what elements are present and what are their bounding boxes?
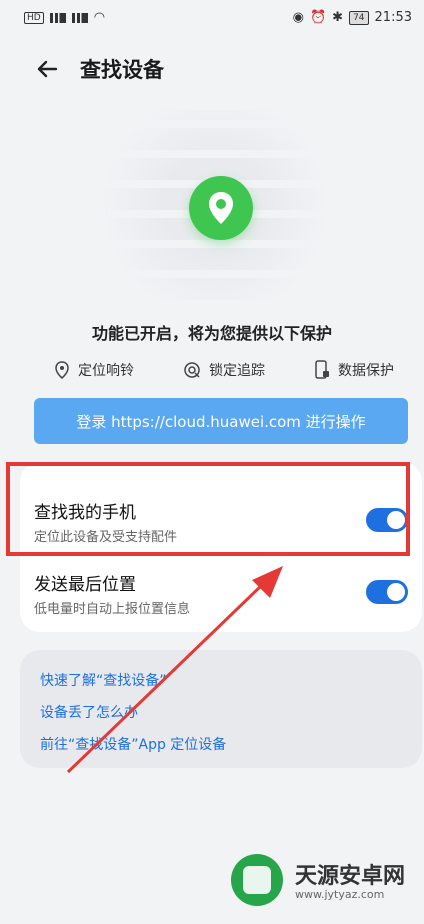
feature-label: 锁定追踪	[209, 363, 265, 379]
hd-badge-1: HD	[24, 11, 44, 24]
status-bar: HD ◠ ◉ ⏰ ✱ 74 21:53	[0, 0, 424, 40]
location-pin-icon	[209, 192, 233, 224]
watermark-logo-icon	[231, 854, 283, 906]
link-learn-find-device[interactable]: 快速了解“查找设备”	[40, 670, 167, 690]
feature-data-protect: 数据保护	[314, 360, 394, 380]
battery-indicator: 74	[349, 10, 369, 25]
location-pin-badge	[189, 176, 253, 240]
watermark-name: 天源安卓网	[295, 864, 406, 889]
login-cloud-button[interactable]: 登录 https://cloud.huawei.com 进行操作	[34, 398, 408, 444]
send-last-location-toggle[interactable]	[366, 580, 408, 604]
setting-subtitle: 低电量时自动上报位置信息	[34, 602, 191, 617]
phone-lock-icon	[315, 360, 329, 379]
feature-status-text: 功能已开启，将为您提供以下保护	[91, 324, 332, 343]
link-open-find-device-app[interactable]: 前往“查找设备”App 定位设备	[40, 734, 226, 754]
status-left: HD ◠	[24, 10, 105, 25]
app-header: 查找设备	[0, 46, 424, 90]
page-title: 查找设备	[80, 58, 164, 82]
wifi-icon: ◠	[93, 10, 106, 25]
location-pin-icon	[55, 361, 69, 379]
eye-icon: ◉	[292, 10, 304, 25]
toggle-knob	[387, 583, 405, 601]
bluetooth-icon: ✱	[332, 10, 344, 25]
watermark-url: www.jytyaz.com	[295, 888, 385, 901]
feature-lock-track: 锁定追踪	[183, 360, 265, 380]
alarm-icon: ⏰	[309, 10, 327, 25]
status-time: 21:53	[374, 10, 412, 25]
feature-list: 定位响铃 锁定追踪 数据保护	[54, 360, 394, 380]
highlight-annotation-box	[6, 462, 410, 556]
back-button[interactable]	[30, 52, 64, 86]
setting-title: 发送最后位置	[34, 575, 136, 595]
signal-icon-2	[71, 12, 88, 23]
help-links-card: 快速了解“查找设备” 设备丢了怎么办 前往“查找设备”App 定位设备	[20, 650, 422, 768]
arrow-left-icon	[37, 60, 58, 78]
status-right: ◉ ⏰ ✱ 74 21:53	[293, 10, 412, 25]
signal-icon-1	[49, 12, 66, 23]
feature-label: 数据保护	[338, 363, 394, 379]
watermark-logo: 天源安卓网 www.jytyaz.com	[225, 848, 420, 918]
setting-row-send-last-location[interactable]: 发送最后位置 低电量时自动上报位置信息	[34, 570, 408, 640]
link-lost-device-help[interactable]: 设备丢了怎么办	[40, 702, 138, 722]
feature-ring-locate: 定位响铃	[54, 360, 134, 380]
lock-track-icon	[184, 362, 200, 378]
feature-label: 定位响铃	[78, 363, 134, 379]
